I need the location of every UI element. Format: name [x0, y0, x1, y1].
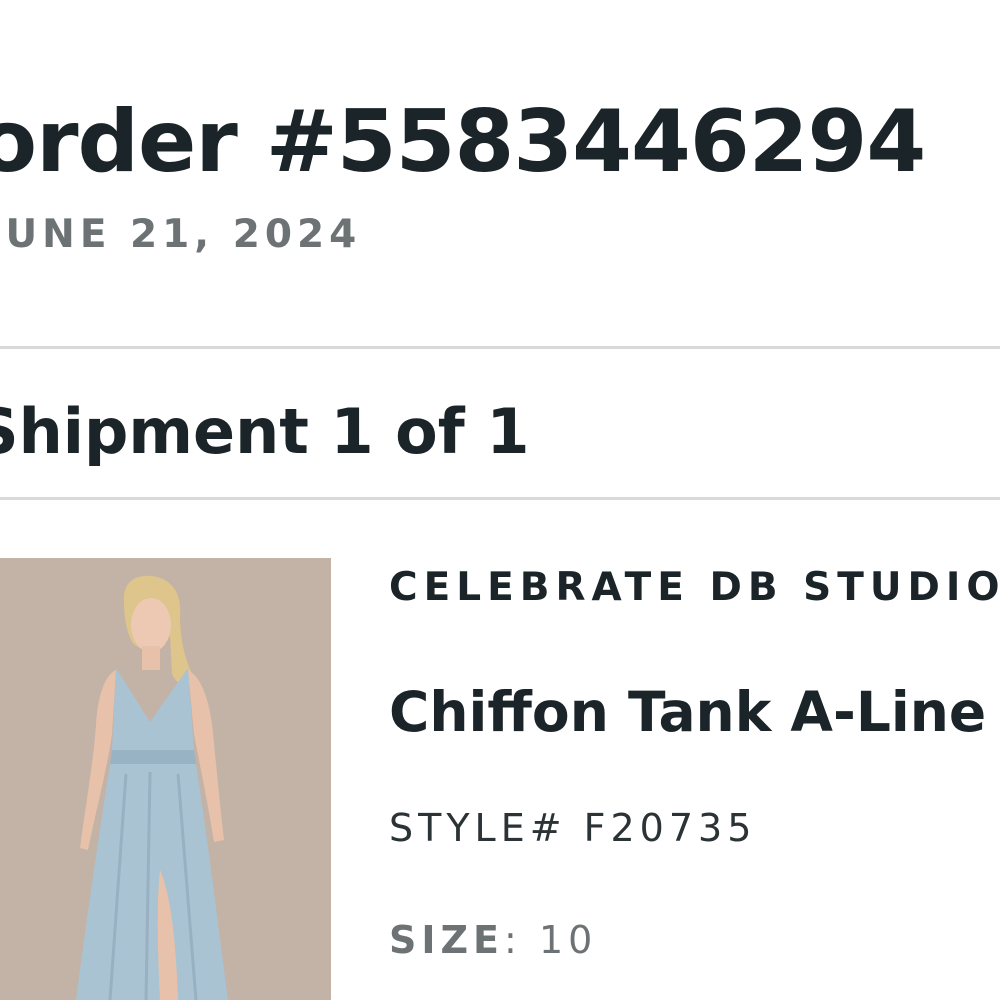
order-title: order #5583446294 — [0, 92, 926, 192]
dress-photo-icon — [0, 558, 331, 1000]
size-value: 10 — [538, 918, 598, 962]
divider — [0, 346, 1000, 349]
size-separator: : — [504, 918, 522, 962]
product-style-number: STYLE# F20735 — [389, 806, 757, 850]
product-brand: CELEBRATE DB STUDIO — [389, 565, 1000, 610]
shipment-title: Shipment 1 of 1 — [0, 395, 530, 468]
size-label: SIZE — [389, 918, 505, 962]
order-date: JUNE 21, 2024 — [0, 212, 362, 257]
product-name[interactable]: Chiffon Tank A-Line — [389, 680, 986, 744]
divider — [0, 497, 1000, 500]
product-image[interactable] — [0, 558, 331, 1000]
order-detail-page: order #5583446294 JUNE 21, 2024 Shipment… — [0, 0, 1000, 1000]
product-size: SIZE: 10 — [389, 918, 597, 962]
